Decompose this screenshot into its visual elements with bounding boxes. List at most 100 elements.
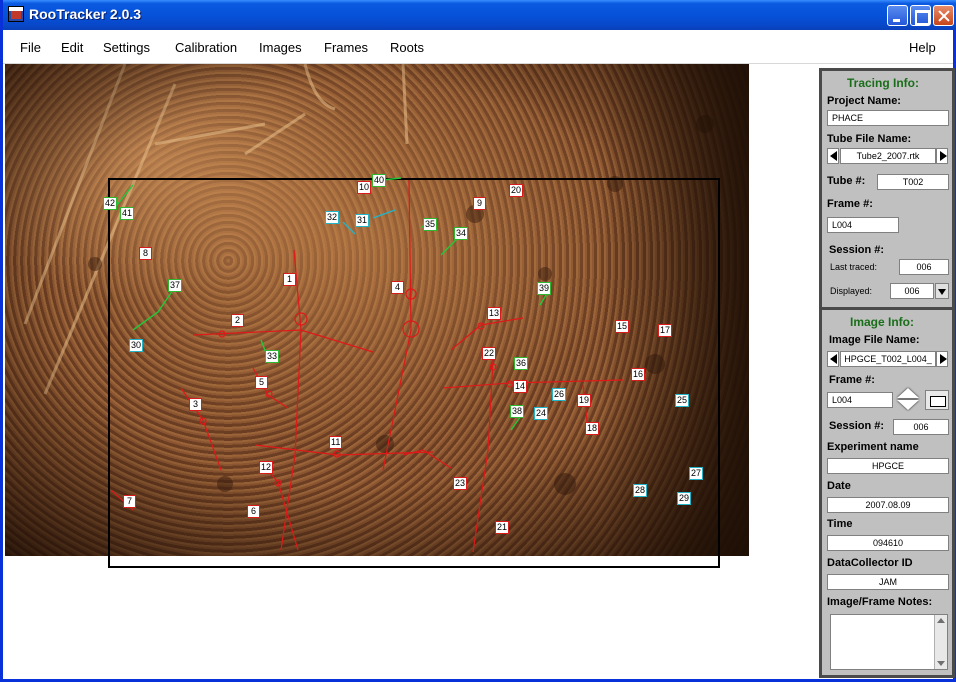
- last-traced-label: Last traced:: [830, 262, 878, 272]
- tube-file-field[interactable]: Tube2_2007.rtk: [840, 148, 936, 164]
- collector-field[interactable]: JAM: [827, 574, 949, 590]
- experiment-label: Experiment name: [827, 441, 919, 453]
- root-label[interactable]: 13: [487, 307, 502, 320]
- root-label[interactable]: 41: [120, 207, 135, 220]
- root-label[interactable]: 4: [391, 281, 404, 294]
- project-name-field[interactable]: PHACE: [827, 110, 949, 126]
- root-label[interactable]: 35: [423, 218, 438, 231]
- project-name-label: Project Name:: [827, 95, 901, 107]
- root-label[interactable]: 19: [577, 394, 592, 407]
- app-window: RooTracker 2.0.3 File Edit Settings Cali…: [0, 0, 956, 682]
- root-label[interactable]: 17: [658, 324, 673, 337]
- app-icon: [8, 6, 24, 22]
- minimize-button[interactable]: [887, 5, 908, 26]
- root-label[interactable]: 23: [453, 477, 468, 490]
- root-label[interactable]: 28: [633, 484, 648, 497]
- window-title: RooTracker 2.0.3: [29, 6, 142, 22]
- info-panel: Tracing Info: Project Name: PHACE Tube F…: [819, 68, 955, 678]
- tube-file-prev-button[interactable]: [827, 148, 839, 164]
- image-session-label: Session #:: [829, 420, 885, 432]
- root-label[interactable]: 18: [585, 422, 600, 435]
- notes-scrollbar[interactable]: [934, 615, 947, 669]
- root-label[interactable]: 32: [325, 211, 340, 224]
- menu-frames[interactable]: Frames: [324, 40, 368, 55]
- menu-settings[interactable]: Settings: [103, 40, 150, 55]
- root-label[interactable]: 27: [689, 467, 704, 480]
- displayed-select[interactable]: 006: [890, 283, 934, 299]
- root-label[interactable]: 6: [247, 505, 260, 518]
- root-label[interactable]: 42: [103, 197, 118, 210]
- folder-icon[interactable]: [925, 390, 949, 410]
- notes-label: Image/Frame Notes:: [827, 596, 933, 608]
- root-label[interactable]: 34: [454, 227, 469, 240]
- close-button[interactable]: [933, 5, 954, 26]
- menu-edit[interactable]: Edit: [61, 40, 83, 55]
- image-frame-field[interactable]: L004: [827, 392, 893, 408]
- root-label[interactable]: 22: [482, 347, 497, 360]
- menu-file[interactable]: File: [20, 40, 41, 55]
- root-label[interactable]: 37: [168, 279, 183, 292]
- image-frame-label: Frame #:: [829, 374, 875, 386]
- root-label[interactable]: 1: [283, 273, 296, 286]
- date-field[interactable]: 2007.08.09: [827, 497, 949, 513]
- frame-num-label: Frame #:: [827, 198, 873, 210]
- root-label[interactable]: 39: [537, 282, 552, 295]
- root-label[interactable]: 2: [231, 314, 244, 327]
- menu-bar: File Edit Settings Calibration Images Fr…: [3, 30, 953, 64]
- root-label[interactable]: 3: [189, 398, 202, 411]
- root-label[interactable]: 24: [534, 407, 549, 420]
- maximize-button[interactable]: [910, 5, 931, 26]
- time-label: Time: [827, 518, 853, 530]
- root-label[interactable]: 33: [265, 350, 280, 363]
- root-label[interactable]: 20: [509, 184, 524, 197]
- root-label[interactable]: 40: [372, 174, 387, 187]
- frame-up-down-icon[interactable]: [897, 388, 919, 410]
- session-label: Session #:: [829, 244, 885, 256]
- root-label[interactable]: 25: [675, 394, 690, 407]
- time-field[interactable]: 094610: [827, 535, 949, 551]
- frame-num-field[interactable]: L004: [827, 217, 899, 233]
- image-file-next-button[interactable]: [936, 351, 948, 367]
- title-bar[interactable]: RooTracker 2.0.3: [3, 0, 956, 30]
- root-label[interactable]: 10: [357, 181, 372, 194]
- tracing-frame: [108, 178, 720, 568]
- displayed-label: Displayed:: [830, 286, 873, 296]
- root-label[interactable]: 8: [139, 247, 152, 260]
- image-file-prev-button[interactable]: [827, 351, 839, 367]
- root-label[interactable]: 12: [259, 461, 274, 474]
- root-label[interactable]: 5: [255, 376, 268, 389]
- tracing-info-heading: Tracing Info:: [847, 76, 919, 90]
- menu-calibration[interactable]: Calibration: [175, 40, 237, 55]
- root-label[interactable]: 36: [514, 357, 529, 370]
- notes-textarea[interactable]: [830, 614, 948, 670]
- image-session-field[interactable]: 006: [893, 419, 949, 435]
- root-label[interactable]: 16: [631, 368, 646, 381]
- root-label[interactable]: 21: [495, 521, 510, 534]
- root-label[interactable]: 11: [329, 436, 343, 449]
- menu-images[interactable]: Images: [259, 40, 302, 55]
- image-file-label: Image File Name:: [829, 334, 920, 346]
- root-label[interactable]: 9: [473, 197, 486, 210]
- experiment-field[interactable]: HPGCE: [827, 458, 949, 474]
- root-label[interactable]: 38: [510, 405, 525, 418]
- section-divider: [822, 307, 952, 310]
- root-label[interactable]: 14: [513, 380, 528, 393]
- root-label[interactable]: 15: [615, 320, 630, 333]
- root-label[interactable]: 26: [552, 388, 567, 401]
- last-traced-field: 006: [899, 259, 949, 275]
- root-label[interactable]: 7: [123, 495, 136, 508]
- menu-roots[interactable]: Roots: [390, 40, 424, 55]
- collector-label: DataCollector ID: [827, 557, 913, 569]
- image-file-field[interactable]: HPGCE_T002_L004_: [840, 351, 936, 367]
- tube-num-label: Tube #:: [827, 175, 866, 187]
- tube-num-field[interactable]: T002: [877, 174, 949, 190]
- chevron-down-icon[interactable]: [935, 283, 949, 299]
- menu-help[interactable]: Help: [909, 40, 936, 55]
- image-info-heading: Image Info:: [850, 315, 915, 329]
- tube-file-next-button[interactable]: [936, 148, 948, 164]
- date-label: Date: [827, 480, 851, 492]
- tube-file-label: Tube File Name:: [827, 133, 912, 145]
- root-label[interactable]: 31: [355, 214, 370, 227]
- root-label[interactable]: 30: [129, 339, 144, 352]
- root-label[interactable]: 29: [677, 492, 692, 505]
